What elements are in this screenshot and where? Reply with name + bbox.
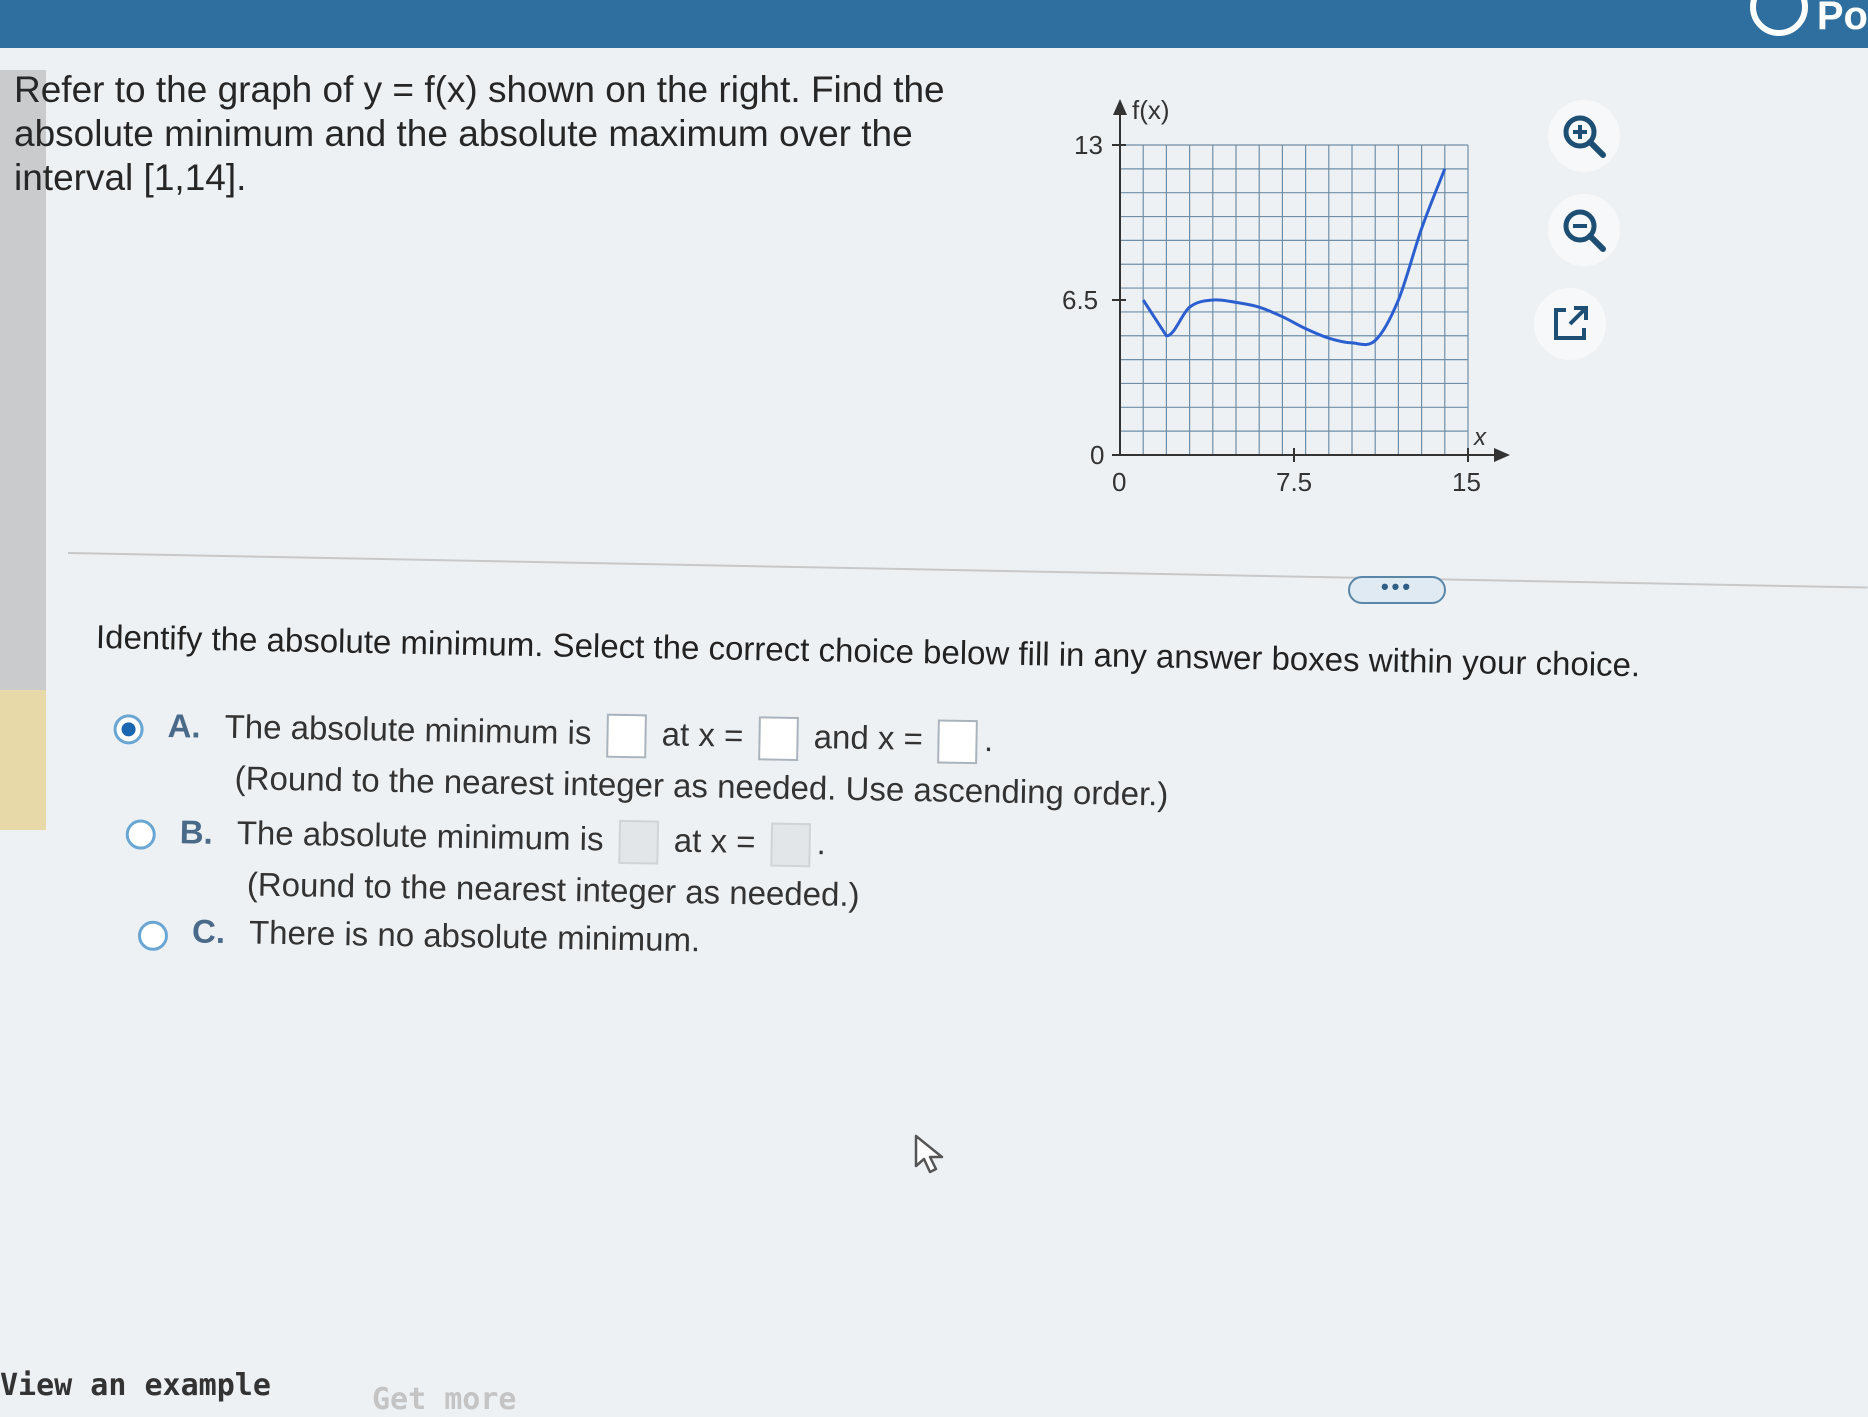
popout-button[interactable] [1534,288,1606,360]
choice-a-text-3: and x = [813,718,924,757]
view-example-link[interactable]: View an example [0,1368,271,1403]
y-tick-label-13: 13 [1074,130,1103,160]
x-tick-label-7-5: 7.5 [1276,467,1312,497]
choice-b: B. The absolute minimum is at x = . [179,812,827,868]
y-axis-arrow [1113,99,1127,115]
question-line-2: absolute minimum and the absolute maximu… [14,113,913,154]
zoom-out-icon [1563,209,1606,252]
x-tick-label-0: 0 [1112,467,1126,497]
instruction-text: Identify the absolute minimum. Select th… [95,618,1641,684]
get-more-link[interactable]: Get more [372,1382,517,1417]
choice-a: A. The absolute minimum is at x = and x =… [167,706,994,765]
choice-a-period: . [983,720,994,759]
zoom-in-icon [1563,115,1606,158]
choice-a-text-2: at x = [661,715,744,754]
zoom-out-button[interactable] [1548,194,1620,266]
top-bar: Po [0,0,1868,48]
more-button[interactable]: ••• [1348,576,1446,604]
choice-b-note: (Round to the nearest integer as needed.… [246,865,860,914]
choice-c-letter: C. [191,912,226,951]
choice-b-text-2: at x = [673,821,756,861]
choice-a-letter: A. [167,706,201,745]
choice-b-letter: B. [179,812,214,851]
brand-text: Po [1816,0,1868,38]
choice-b-text-1: The absolute minimum is [236,813,604,858]
graph-grid [1119,144,1469,456]
choice-c-text-1: There is no absolute minimum. [248,913,701,959]
external-link-icon [1554,306,1588,340]
question-text: Refer to the graph of y = f(x) shown on … [14,68,994,200]
choice-c-radio[interactable] [137,920,169,952]
choice-a-note: (Round to the nearest integer as needed.… [234,759,1169,813]
zoom-in-button[interactable] [1548,100,1620,172]
choice-b-radio[interactable] [125,819,157,850]
choice-b-minimum-input[interactable] [618,819,660,865]
circle-icon[interactable] [1750,0,1808,36]
section-divider [67,552,1868,589]
choice-b-period: . [816,824,827,862]
choice-a-minimum-input[interactable] [606,713,647,759]
y-tick-label-0: 0 [1090,440,1104,470]
choice-a-text-1: The absolute minimum is [224,707,592,752]
function-graph: f(x) x 13 6.5 0 0 7.5 15 [1062,95,1510,497]
choice-a-radio[interactable] [113,714,144,745]
question-line-3: interval [1,14]. [14,157,247,198]
left-strip-accent [0,690,46,830]
x-tick-label-15: 15 [1452,467,1481,497]
y-tick-label-6-5: 6.5 [1062,285,1098,315]
choice-c: C. There is no absolute minimum. [192,912,701,959]
x-axis-arrow [1494,448,1510,462]
function-curve [1141,168,1447,347]
choice-a-x1-input[interactable] [758,716,799,762]
choice-b-x-input[interactable] [770,822,812,868]
question-line-1: Refer to the graph of y = f(x) shown on … [14,69,945,110]
mouse-pointer-icon [914,1134,944,1174]
y-axis-label: f(x) [1132,95,1170,125]
choice-a-x2-input[interactable] [937,719,979,765]
x-axis-label: x [1473,424,1487,451]
